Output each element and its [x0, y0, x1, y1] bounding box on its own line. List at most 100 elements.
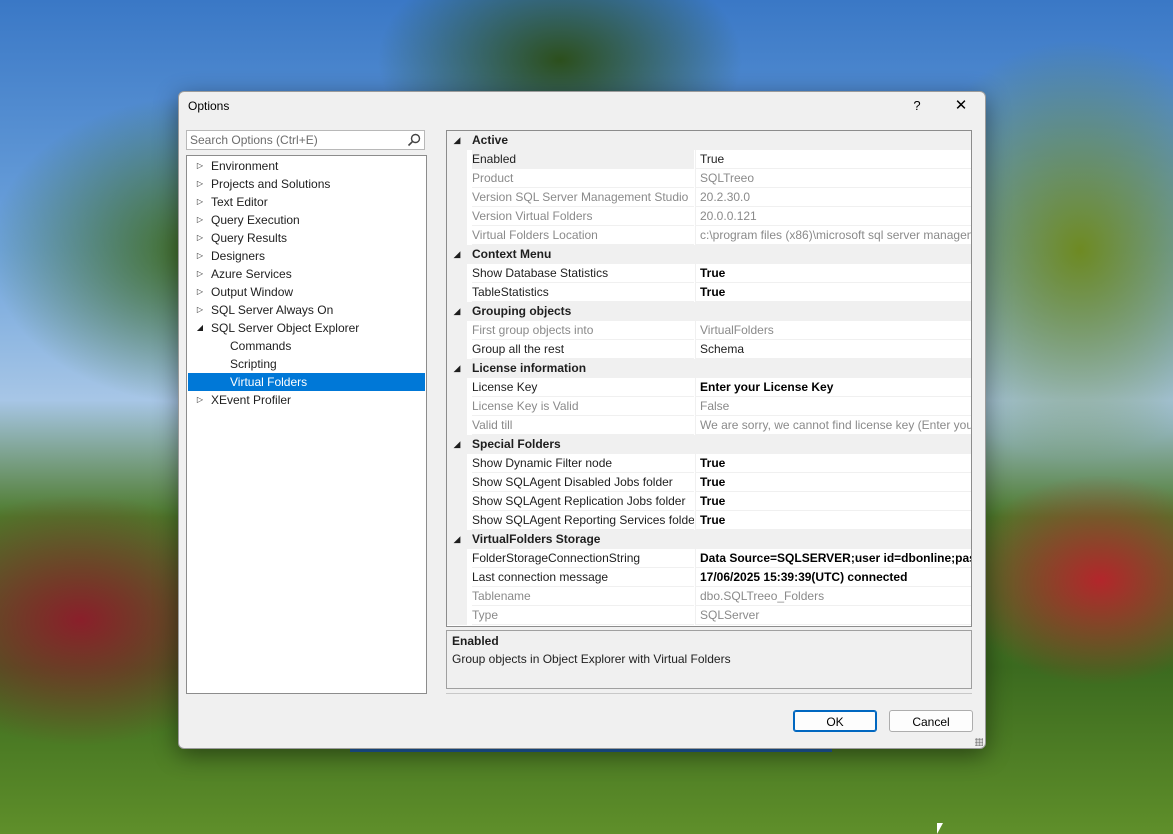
collapse-arrow-icon[interactable]: ◢ [451, 302, 463, 321]
expand-arrow-icon[interactable]: ▷ [194, 229, 206, 247]
property-value[interactable]: 17/06/2025 15:39:39(UTC) connected [695, 568, 971, 587]
grid-property-row[interactable]: Show SQLAgent Disabled Jobs folder True [447, 473, 971, 492]
collapse-arrow-icon[interactable]: ◢ [451, 245, 463, 264]
grid-category[interactable]: ◢ Grouping objects [447, 302, 971, 321]
collapse-arrow-icon[interactable]: ◢ [451, 435, 463, 454]
expand-arrow-icon[interactable]: ▷ [194, 283, 206, 301]
grid-row-margin [447, 188, 467, 207]
property-value[interactable]: True [695, 454, 971, 473]
grid-property-row[interactable]: Group all the rest Schema [447, 340, 971, 359]
tree-item[interactable]: Commands [188, 337, 425, 355]
expand-arrow-icon[interactable]: ▷ [194, 175, 206, 193]
expand-arrow-icon[interactable]: ▷ [194, 211, 206, 229]
collapse-arrow-icon[interactable]: ◢ [451, 530, 463, 549]
tree-item[interactable]: ▷ Query Results [188, 229, 425, 247]
expand-arrow-icon[interactable]: ▷ [194, 247, 206, 265]
grid-property-row[interactable]: Version Virtual Folders 20.0.0.121 [447, 207, 971, 226]
tree-item-label: XEvent Profiler [211, 393, 292, 407]
property-name[interactable]: FolderStorageConnectionString [472, 549, 694, 568]
property-value[interactable]: True [695, 264, 971, 283]
close-button[interactable]: ✕ [948, 95, 974, 117]
collapse-arrow-icon[interactable]: ◢ [194, 319, 206, 337]
tree-item[interactable]: ▷ Azure Services [188, 265, 425, 283]
grid-property-row[interactable]: Show Dynamic Filter node True [447, 454, 971, 473]
search-input[interactable] [187, 131, 400, 149]
property-value[interactable]: True [695, 150, 971, 169]
expand-arrow-icon[interactable]: ▷ [194, 157, 206, 175]
tree-item[interactable]: Virtual Folders [188, 373, 425, 391]
grid-property-row[interactable]: TableStatistics True [447, 283, 971, 302]
help-button[interactable]: ? [906, 95, 928, 117]
property-name[interactable]: Last connection message [472, 568, 694, 587]
cancel-button[interactable]: Cancel [889, 710, 973, 732]
grid-property-row[interactable]: Type SQLServer [447, 606, 971, 625]
property-name[interactable]: First group objects into [472, 321, 694, 340]
property-name[interactable]: License Key [472, 378, 694, 397]
property-name[interactable]: Enabled [472, 150, 694, 169]
property-name[interactable]: License Key is Valid [472, 397, 694, 416]
grid-property-row[interactable]: Show Database Statistics True [447, 264, 971, 283]
grid-property-row[interactable]: License Key is Valid False [447, 397, 971, 416]
property-value[interactable]: True [695, 511, 971, 530]
grid-category[interactable]: ◢ Active [447, 131, 971, 150]
tree-item[interactable]: ◢ SQL Server Object Explorer [188, 319, 425, 337]
tree-item-label: Query Results [211, 231, 288, 245]
property-name[interactable]: Show Dynamic Filter node [472, 454, 694, 473]
tree-item[interactable]: ▷ Output Window [188, 283, 425, 301]
grid-category[interactable]: ◢ Context Menu [447, 245, 971, 264]
resize-grip[interactable] [975, 738, 983, 746]
grid-property-row[interactable]: Enabled True [447, 150, 971, 169]
search-icon[interactable] [407, 133, 421, 147]
collapse-arrow-icon[interactable]: ◢ [451, 359, 463, 378]
property-name[interactable]: Group all the rest [472, 340, 694, 359]
ok-button[interactable]: OK [793, 710, 877, 732]
expand-arrow-icon[interactable]: ▷ [194, 391, 206, 409]
expand-arrow-icon[interactable]: ▷ [194, 301, 206, 319]
grid-property-row[interactable]: Virtual Folders Location c:\program files… [447, 226, 971, 245]
grid-property-row[interactable]: FolderStorageConnectionString Data Source… [447, 549, 971, 568]
tree-item[interactable]: ▷ Designers [188, 247, 425, 265]
property-value[interactable]: True [695, 283, 971, 302]
grid-category[interactable]: ◢ License information [447, 359, 971, 378]
property-name[interactable]: Show SQLAgent Replication Jobs folder [472, 492, 694, 511]
expand-arrow-icon[interactable]: ▷ [194, 193, 206, 211]
grid-property-row[interactable]: Valid till We are sorry, we cannot find l… [447, 416, 971, 435]
property-name[interactable]: Valid till [472, 416, 694, 435]
property-name[interactable]: Show SQLAgent Disabled Jobs folder [472, 473, 694, 492]
property-value[interactable]: Data Source=SQLSERVER;user id=dbonline;p… [695, 549, 971, 568]
tree-item[interactable]: ▷ Text Editor [188, 193, 425, 211]
grid-property-row[interactable]: Tablename dbo.SQLTreeo_Folders [447, 587, 971, 606]
grid-row-margin [447, 473, 467, 492]
property-value[interactable]: Schema [695, 340, 971, 359]
grid-property-row[interactable]: Show SQLAgent Reporting Services folder T… [447, 511, 971, 530]
property-name[interactable]: Virtual Folders Location [472, 226, 694, 245]
grid-category[interactable]: ◢ Special Folders [447, 435, 971, 454]
grid-category[interactable]: ◢ VirtualFolders Storage [447, 530, 971, 549]
property-name[interactable]: Version Virtual Folders [472, 207, 694, 226]
property-name[interactable]: Show Database Statistics [472, 264, 694, 283]
property-name[interactable]: Version SQL Server Management Studio [472, 188, 694, 207]
property-name[interactable]: TableStatistics [472, 283, 694, 302]
grid-property-row[interactable]: Version SQL Server Management Studio 20.2… [447, 188, 971, 207]
tree-item[interactable]: Scripting [188, 355, 425, 373]
property-value[interactable]: True [695, 492, 971, 511]
tree-item[interactable]: ▷ Environment [188, 157, 425, 175]
tree-item[interactable]: ▷ Projects and Solutions [188, 175, 425, 193]
expand-arrow-icon[interactable]: ▷ [194, 265, 206, 283]
grid-property-row[interactable]: License Key Enter your License Key [447, 378, 971, 397]
grid-property-row[interactable]: Show SQLAgent Replication Jobs folder Tru… [447, 492, 971, 511]
property-name[interactable]: Product [472, 169, 694, 188]
property-name[interactable]: Type [472, 606, 694, 625]
grid-property-row[interactable]: Product SQLTreeo [447, 169, 971, 188]
grid-category-label: VirtualFolders Storage [472, 532, 601, 546]
property-name[interactable]: Show SQLAgent Reporting Services folder [472, 511, 694, 530]
tree-item[interactable]: ▷ Query Execution [188, 211, 425, 229]
grid-property-row[interactable]: First group objects into VirtualFolders [447, 321, 971, 340]
tree-item[interactable]: ▷ XEvent Profiler [188, 391, 425, 409]
collapse-arrow-icon[interactable]: ◢ [451, 131, 463, 150]
property-value[interactable]: Enter your License Key [695, 378, 971, 397]
tree-item[interactable]: ▷ SQL Server Always On [188, 301, 425, 319]
grid-property-row[interactable]: Last connection message 17/06/2025 15:39:… [447, 568, 971, 587]
property-value[interactable]: True [695, 473, 971, 492]
property-name[interactable]: Tablename [472, 587, 694, 606]
